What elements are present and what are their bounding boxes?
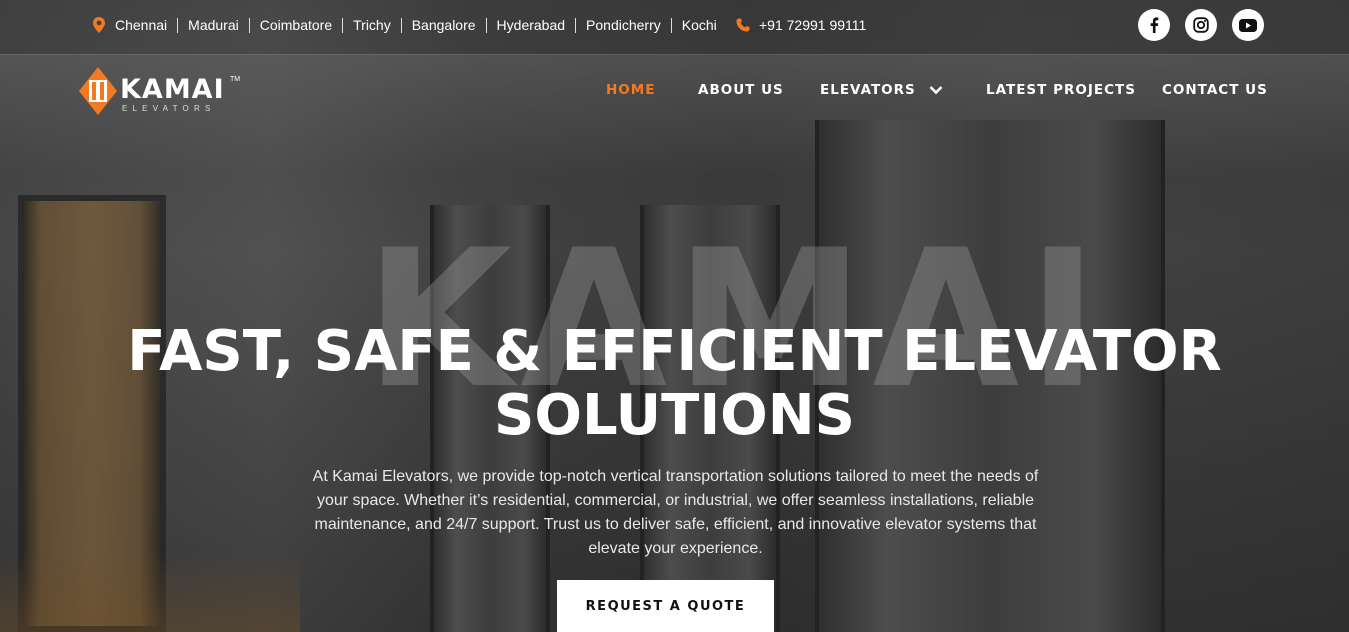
phone-contact[interactable]: +91 72991 99111 <box>736 17 866 33</box>
floor-shade <box>0 552 300 632</box>
hero-title-line1: FAST, SAFE & EFFICIENT ELEVATOR <box>127 319 1222 384</box>
nav-about-us[interactable]: ABOUT US <box>698 82 784 98</box>
hero-title: FAST, SAFE & EFFICIENT ELEVATOR SOLUTION… <box>0 320 1349 448</box>
hero-description: At Kamai Elevators, we provide top-notch… <box>312 468 1039 557</box>
hero-title-line2: SOLUTIONS <box>494 383 855 448</box>
facebook-icon[interactable] <box>1138 9 1170 41</box>
main-nav: HOME ABOUT US ELEVATORS LATEST PROJECTS … <box>0 82 1349 102</box>
phone-icon <box>736 18 750 32</box>
location-link[interactable]: Trichy <box>343 17 402 33</box>
instagram-icon[interactable] <box>1185 9 1217 41</box>
youtube-icon[interactable] <box>1232 9 1264 41</box>
location-link[interactable]: Bangalore <box>402 17 487 33</box>
chevron-down-icon <box>930 86 943 95</box>
location-link[interactable]: Pondicherry <box>576 17 672 33</box>
nav-contact-us[interactable]: CONTACT US <box>1162 82 1268 98</box>
phone-number[interactable]: +91 72991 99111 <box>759 17 866 33</box>
nav-latest-projects[interactable]: LATEST PROJECTS <box>986 82 1136 98</box>
location-pin-icon <box>93 17 105 33</box>
nav-home[interactable]: HOME <box>606 82 655 98</box>
locations-list: Chennai Madurai Coimbatore Trichy Bangal… <box>93 17 727 33</box>
location-link[interactable]: Madurai <box>178 17 250 33</box>
nav-elevators[interactable]: ELEVATORS <box>820 82 943 98</box>
top-bar: Chennai Madurai Coimbatore Trichy Bangal… <box>0 0 1349 55</box>
location-link[interactable]: Hyderabad <box>487 17 577 33</box>
logo-tagline: ELEVATORS <box>122 104 216 113</box>
request-quote-button[interactable]: REQUEST A QUOTE <box>557 580 774 632</box>
social-links <box>1138 9 1264 41</box>
nav-elevators-label: ELEVATORS <box>820 82 916 98</box>
location-link[interactable]: Coimbatore <box>250 17 344 33</box>
location-link[interactable]: Chennai <box>115 17 179 33</box>
location-link[interactable]: Kochi <box>672 17 727 33</box>
